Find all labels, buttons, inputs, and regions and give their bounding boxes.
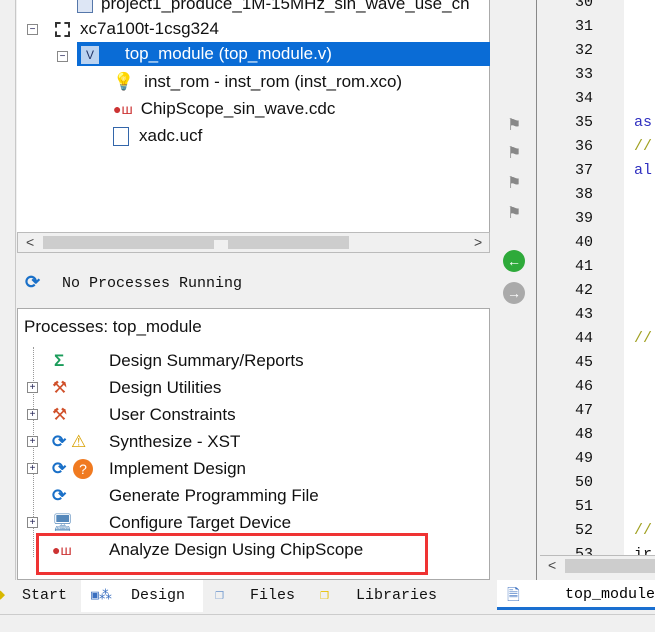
tree-item-top-module[interactable]: Vtop_module (top_module.v) [77, 42, 490, 66]
bookmark-prev-icon[interactable]: ⚑ [507, 143, 521, 163]
line-number: 45 [575, 354, 594, 371]
line-number: 35 [575, 114, 594, 131]
line-number: 51 [575, 498, 594, 515]
question-icon: ? [73, 459, 93, 479]
bookmark-next-icon[interactable]: ⚑ [507, 173, 521, 193]
process-configure-target[interactable]: 🖥 Configure Target Device [52, 511, 291, 535]
start-icon: ◆ [0, 587, 6, 604]
panel-tabs: ◆ Start ▣⁂ Design ❐ Files ❐ Libraries [0, 580, 490, 612]
line-number: 49 [575, 450, 594, 467]
processes-title: Processes: top_module [24, 317, 202, 336]
design-hierarchy-icon: ▣⁂ [91, 588, 112, 603]
editor-tab-top-module[interactable]: 🗎 top_module [497, 580, 655, 610]
tree-item-project[interactable]: project1_produce_1M-15MHz_sin_wave_use_c… [77, 0, 470, 16]
project-icon [77, 0, 93, 13]
libraries-icon: ❐ [320, 587, 330, 604]
tree-item-chipscope[interactable]: ●ш ChipScope_sin_wave.cdc [113, 97, 335, 121]
tab-files[interactable]: ❐ Files [205, 580, 305, 612]
tab-libraries[interactable]: ❐ Libraries [308, 580, 458, 612]
line-number: 47 [575, 402, 594, 419]
line-number: 31 [575, 18, 594, 35]
code-fragment: al [634, 162, 653, 179]
tree-item-ucf[interactable]: xadc.ucf [113, 124, 202, 148]
line-number: 40 [575, 234, 594, 251]
line-number: 52 [575, 522, 594, 539]
code-editor[interactable] [624, 0, 655, 555]
left-toolbar [0, 0, 16, 580]
expand-toggle[interactable]: + [27, 463, 38, 474]
configure-device-icon: 🖥 [52, 513, 74, 532]
line-number: 41 [575, 258, 594, 275]
code-fragment: as [634, 114, 653, 131]
process-user-constraints[interactable]: ⚒ User Constraints [52, 403, 236, 427]
highlight-box [36, 533, 428, 575]
expand-toggle[interactable]: + [27, 517, 38, 528]
bookmark-toggle-icon[interactable]: ⚑ [507, 115, 521, 135]
process-generate-programming[interactable]: ⟳ Generate Programming File [52, 484, 319, 508]
process-design-summary[interactable]: Σ Design Summary/Reports [54, 349, 304, 373]
line-number: 42 [575, 282, 594, 299]
scroll-left-icon[interactable]: < [548, 556, 556, 575]
editor-toolbar: ⚑ ⚑ ⚑ ⚑ ← → [497, 0, 537, 580]
line-number: 50 [575, 474, 594, 491]
document-icon: 🗎 [507, 587, 520, 604]
scrollbar-thumb[interactable] [43, 236, 349, 251]
collapse-toggle[interactable]: − [27, 24, 38, 35]
sigma-icon: Σ [54, 351, 65, 370]
refresh-icon: ⟳ [25, 272, 41, 292]
expand-toggle[interactable]: + [27, 436, 38, 447]
hierarchy-tree: project1_produce_1M-15MHz_sin_wave_use_c… [17, 0, 490, 232]
line-number: 37 [575, 162, 594, 179]
code-fragment: // [634, 330, 653, 347]
tools-icon: ⚒ [52, 378, 68, 397]
line-number: 36 [575, 138, 594, 155]
line-number: 44 [575, 330, 594, 347]
line-number: 46 [575, 378, 594, 395]
expand-toggle[interactable]: + [27, 382, 38, 393]
run-icon: ⟳ [52, 459, 67, 478]
line-number: 39 [575, 210, 594, 227]
process-design-utilities[interactable]: ⚒ Design Utilities [52, 376, 221, 400]
tab-start[interactable]: ◆ Start [0, 580, 80, 612]
run-icon: ⟳ [52, 486, 67, 505]
tab-design[interactable]: ▣⁂ Design [81, 580, 203, 612]
tree-item-device[interactable]: xc7a100t-1csg324 [55, 17, 219, 41]
line-number: 34 [575, 90, 594, 107]
tree-item-inst-rom[interactable]: 💡 inst_rom - inst_rom (inst_rom.xco) [113, 70, 402, 94]
expand-toggle[interactable]: + [27, 409, 38, 420]
code-fragment: // [634, 522, 653, 539]
collapse-toggle[interactable]: − [57, 51, 68, 62]
tools-icon: ⚒ [52, 405, 68, 424]
code-fragment: // [634, 138, 653, 155]
line-number: 48 [575, 426, 594, 443]
line-number: 32 [575, 42, 594, 59]
ip-core-icon: 💡 [113, 72, 135, 91]
bookmark-clear-icon[interactable]: ⚑ [507, 203, 521, 223]
process-synthesize[interactable]: ⟳ ⚠ Synthesize - XST [52, 430, 240, 454]
scroll-right-icon[interactable]: > [474, 233, 482, 252]
scroll-left-icon[interactable]: < [26, 233, 34, 252]
process-status-bar: ⟳ No Processes Running [17, 262, 490, 302]
chip-icon [55, 22, 70, 38]
process-implement[interactable]: ⟳? Implement Design [52, 457, 246, 481]
back-arrow-icon[interactable]: ← [503, 250, 525, 272]
forward-arrow-icon[interactable]: → [503, 282, 525, 304]
process-status-text: No Processes Running [62, 275, 243, 292]
editor-horizontal-scrollbar[interactable]: < [540, 555, 655, 577]
line-number: 30 [575, 0, 594, 11]
line-number: 43 [575, 306, 594, 323]
status-bar [0, 614, 655, 632]
line-number: 33 [575, 66, 594, 83]
files-icon: ❐ [215, 587, 225, 604]
line-number: 38 [575, 186, 594, 203]
warning-icon: ⚠ [71, 432, 87, 451]
run-icon: ⟳ [52, 432, 67, 451]
tree-horizontal-scrollbar[interactable]: < > [17, 232, 490, 253]
ucf-file-icon [113, 127, 129, 147]
chipscope-icon: ●ш [113, 101, 133, 117]
verilog-module-icon: V [81, 45, 99, 64]
